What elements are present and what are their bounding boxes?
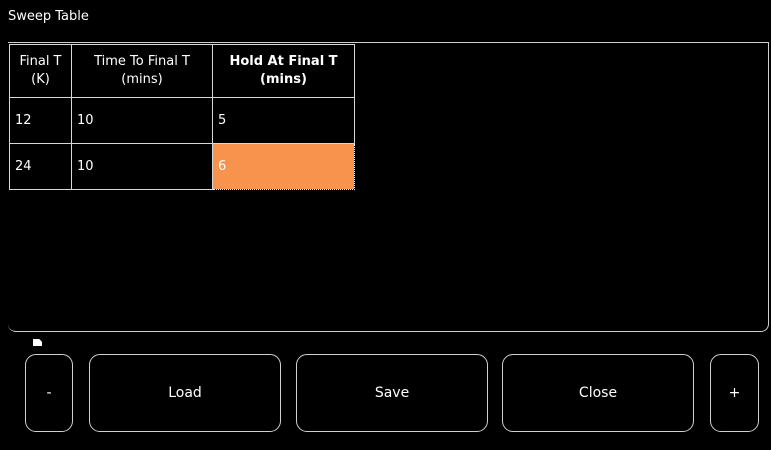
cell-hold-at-final-t[interactable]: 5	[212, 97, 355, 144]
close-button[interactable]: Close	[502, 354, 694, 432]
save-button[interactable]: Save	[296, 354, 488, 432]
column-header-time-to-final-t[interactable]: Time To Final T (mins)	[71, 44, 213, 98]
column-header-hold-at-final-t[interactable]: Hold At Final T (mins)	[212, 44, 355, 98]
remove-row-button[interactable]: -	[25, 354, 73, 432]
column-header-line1: Hold At Final T	[229, 54, 338, 69]
sweep-table: Final T (K) Time To Final T (mins) Hold …	[9, 44, 355, 190]
table-row: 12 10 5	[9, 97, 355, 144]
column-header-line2: (K)	[31, 72, 50, 87]
cell-time-to-final-t[interactable]: 10	[71, 97, 213, 144]
table-row: 24 10 6	[9, 143, 355, 190]
table-header-row: Final T (K) Time To Final T (mins) Hold …	[9, 44, 355, 98]
column-header-line1: Time To Final T	[94, 54, 190, 69]
column-header-line1: Final T	[19, 54, 62, 69]
cell-final-t[interactable]: 24	[9, 143, 72, 190]
column-header-final-t[interactable]: Final T (K)	[9, 44, 72, 98]
column-header-line2: (mins)	[260, 72, 307, 87]
cell-hold-at-final-t-selected[interactable]: 6	[212, 143, 355, 190]
window-title: Sweep Table	[8, 9, 89, 24]
document-icon	[33, 339, 42, 346]
cell-final-t[interactable]: 12	[9, 97, 72, 144]
column-header-line2: (mins)	[121, 72, 163, 87]
cell-time-to-final-t[interactable]: 10	[71, 143, 213, 190]
load-button[interactable]: Load	[89, 354, 281, 432]
add-row-button[interactable]: +	[710, 354, 759, 432]
